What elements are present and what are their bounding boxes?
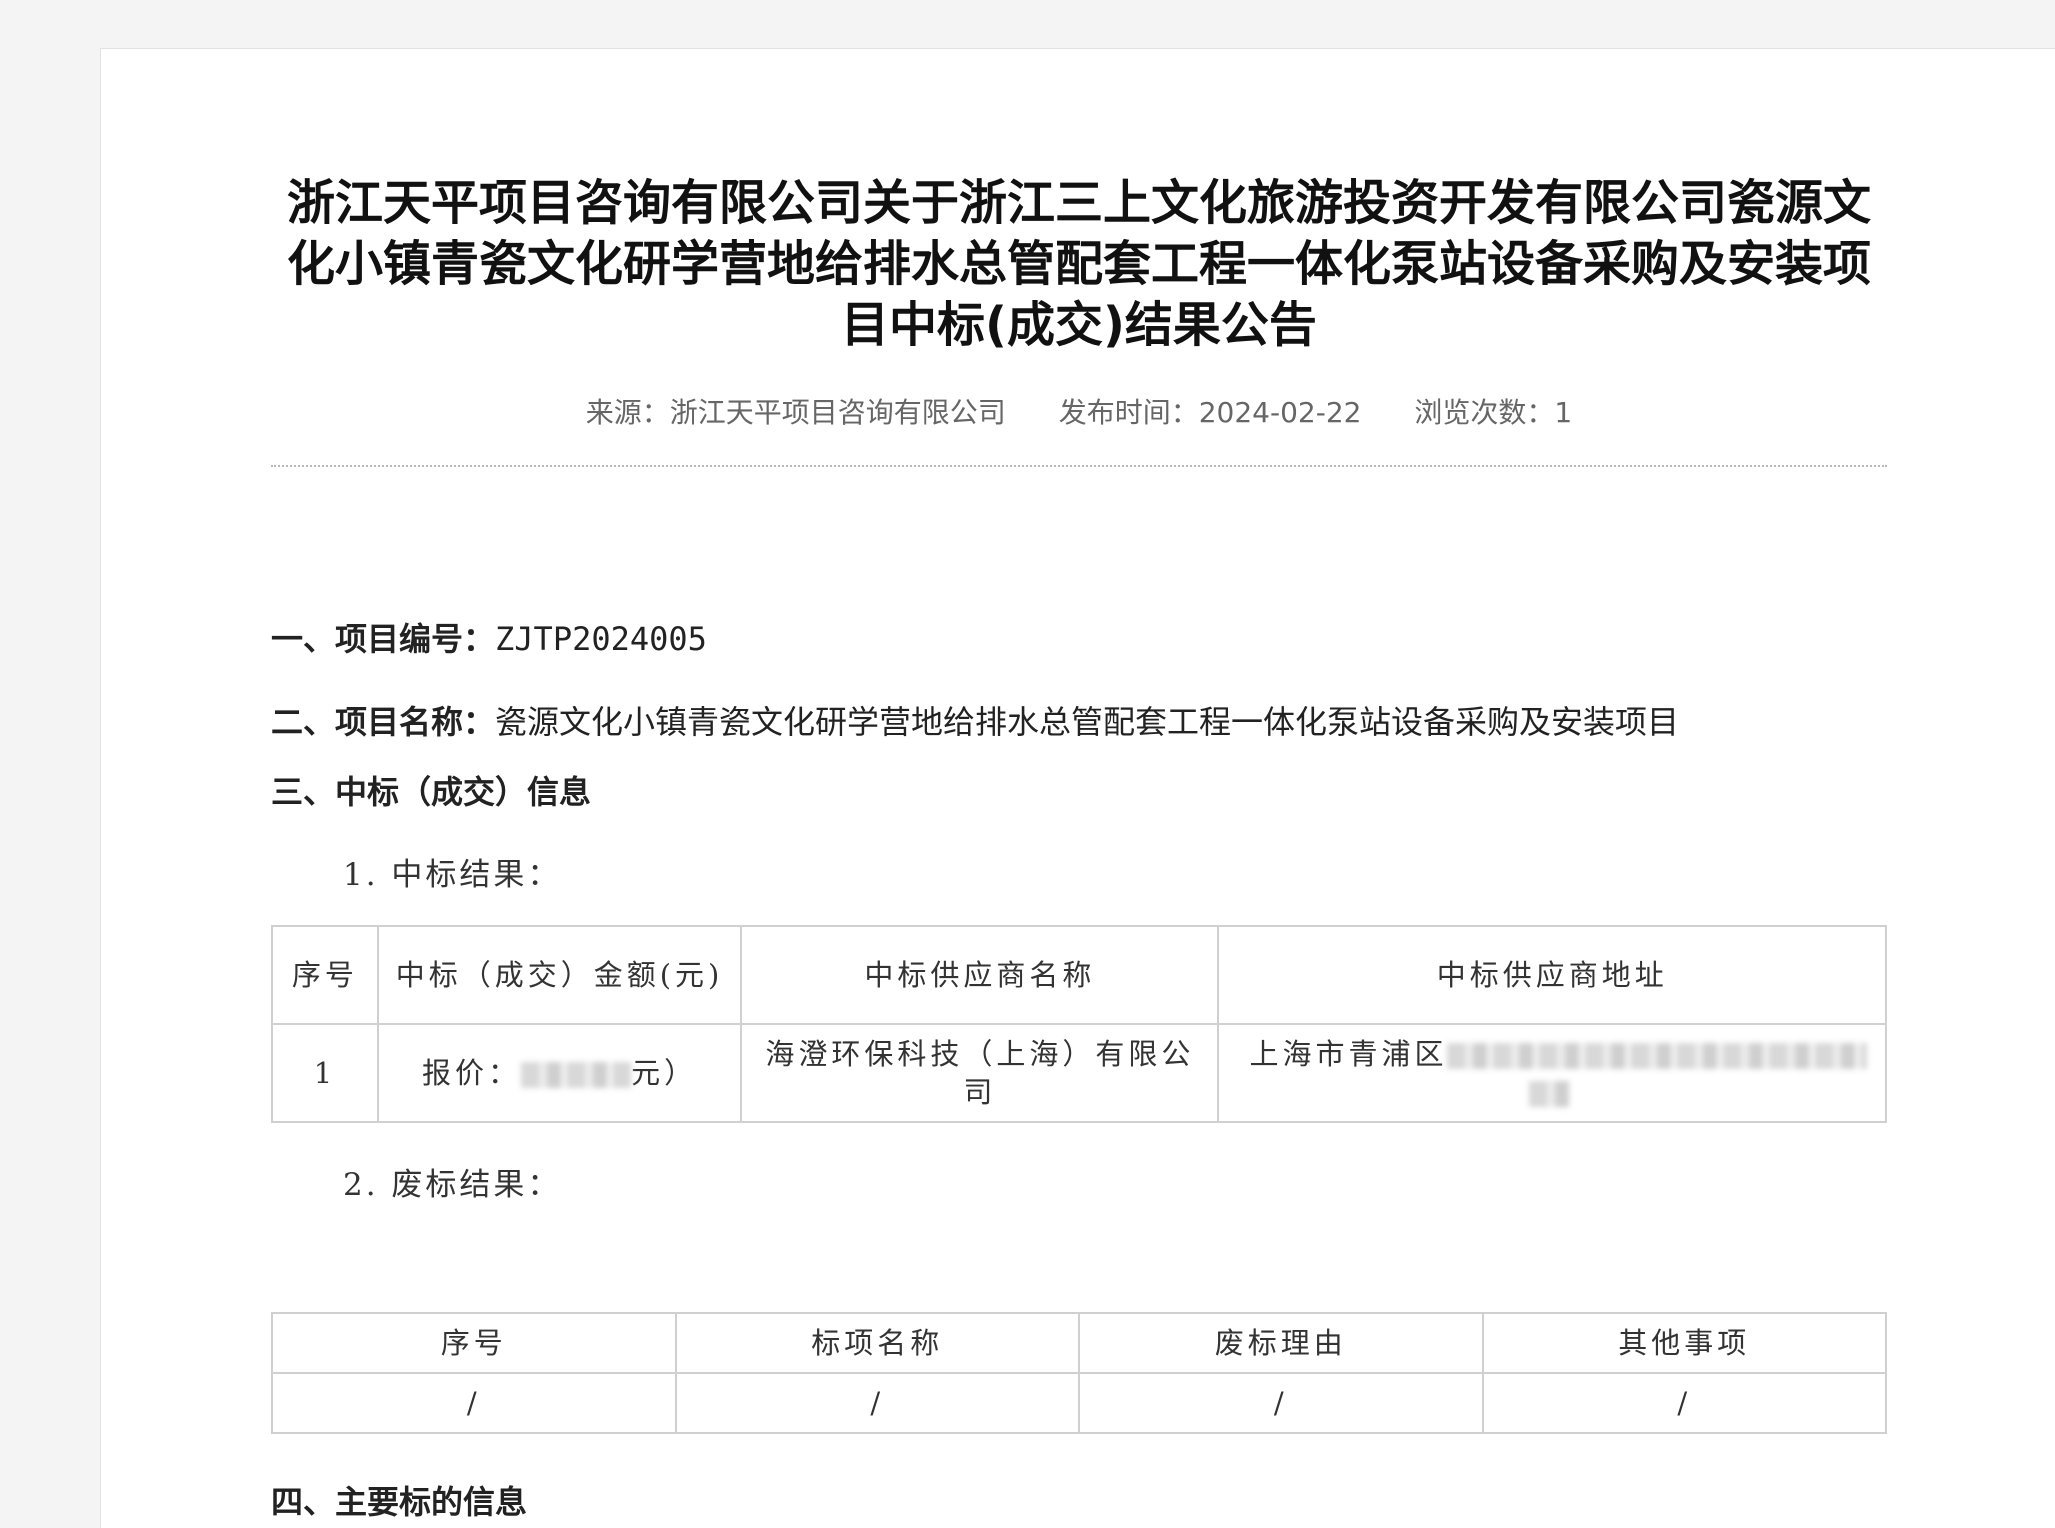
award-table-header: 序号 中标（成交）金额(元) 中标供应商名称 中标供应商地址 [271,925,1887,1025]
cell-index: 1 [271,1023,379,1123]
invalid-result-heading: 2. 废标结果： [343,1167,562,1203]
header-supplier: 中标供应商名称 [740,925,1220,1025]
cell-address: 上海市青浦区 [1217,1023,1887,1123]
project-name-label: 二、项目名称： [271,703,496,741]
meta-source: 来源：浙江天平项目咨询有限公司 [585,396,1006,429]
main-items-heading: 四、主要标的信息 [271,1483,528,1521]
cell-other: / [1481,1372,1887,1434]
document-paper: 浙江天平项目咨询有限公司关于浙江三上文化旅游投资开发有限公司瓷源文化小镇青瓷文化… [100,48,2055,1528]
header-amount: 中标（成交）金额(元) [376,925,743,1025]
divider [271,465,1887,467]
header-other: 其他事项 [1481,1312,1887,1374]
header-address: 中标供应商地址 [1217,925,1887,1025]
meta-publish-time: 发布时间：2024-02-22 [1058,396,1362,429]
header-index: 序号 [271,1312,677,1374]
project-number-value: ZJTP2024005 [495,620,707,658]
award-info-heading: 三、中标（成交）信息 [271,773,592,811]
invalid-table-header: 序号 标项名称 废标理由 其他事项 [271,1312,1887,1374]
invalid-table: 序号 标项名称 废标理由 其他事项 / / / / [271,1312,1887,1434]
award-table: 序号 中标（成交）金额(元) 中标供应商名称 中标供应商地址 1 报价： 元） 海… [271,925,1887,1123]
redacted-address-line2 [1529,1081,1570,1107]
article-meta: 来源：浙江天平项目咨询有限公司 发布时间：2024-02-22 浏览次数：1 [271,391,1887,431]
address-prefix: 上海市青浦区 [1249,1037,1448,1071]
cell-index: / [271,1372,677,1434]
project-name-line: 二、项目名称：瓷源文化小镇青瓷文化研学营地给排水总管配套工程一体化泵站设备采购及… [271,697,1679,743]
project-number-label: 一、项目编号： [271,620,496,658]
page-title: 浙江天平项目咨询有限公司关于浙江三上文化旅游投资开发有限公司瓷源文化小镇青瓷文化… [286,175,1871,353]
meta-views: 浏览次数：1 [1414,396,1573,429]
cell-amount: 报价： 元） [376,1023,743,1123]
project-name-value: 瓷源文化小镇青瓷文化研学营地给排水总管配套工程一体化泵站设备采购及安装项目 [495,703,1680,741]
header-reason: 废标理由 [1078,1312,1484,1374]
award-result-heading: 1. 中标结果： [343,857,562,893]
project-number-line: 一、项目编号：ZJTP2024005 [271,614,707,660]
price-suffix: 元） [631,1056,698,1090]
header-item-name: 标项名称 [674,1312,1080,1374]
table-row: 1 报价： 元） 海澄环保科技（上海）有限公司 上海市青浦区 [271,1023,1887,1123]
redacted-address [1447,1043,1868,1069]
cell-supplier: 海澄环保科技（上海）有限公司 [740,1023,1220,1123]
cell-item-name: / [674,1372,1080,1434]
cell-reason: / [1078,1372,1484,1434]
price-prefix: 报价： [422,1056,522,1090]
header-index: 序号 [271,925,379,1025]
redacted-amount [521,1062,632,1088]
table-row: / / / / [271,1372,1887,1434]
